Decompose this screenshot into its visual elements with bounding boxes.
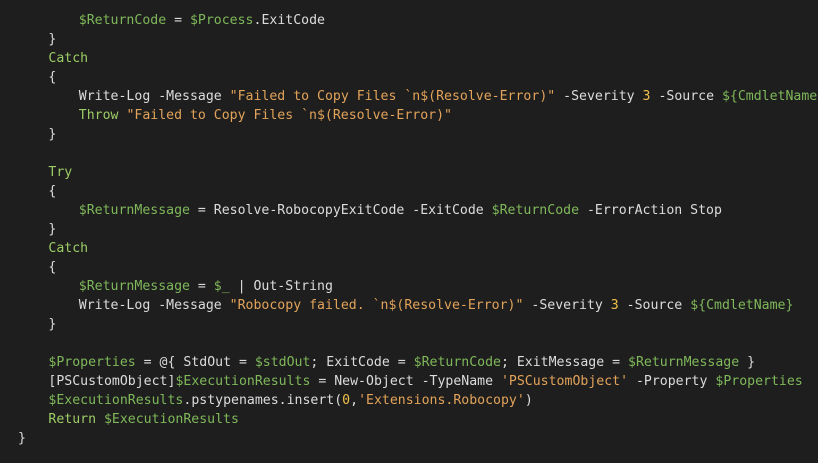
- code-token: Write-Log: [78, 298, 159, 313]
- code-editor[interactable]: $ReturnCode = $Process.ExitCode} Catch { Wr…: [0, 0, 818, 463]
- code-token: "Failed to Copy Files `n$(Resolve-Error)…: [229, 89, 556, 104]
- code-token: $Process: [189, 13, 254, 28]
- code-token: 'PSCustomObject': [500, 374, 629, 389]
- code-token: "Failed to Copy Files `n$(Resolve-Error)…: [126, 108, 452, 123]
- code-token: {: [48, 260, 57, 275]
- code-token: Return: [48, 412, 104, 427]
- code-token: =: [166, 13, 190, 28]
- code-token: = Resolve-RobocopyExitCode: [189, 203, 413, 218]
- code-token: 3: [642, 89, 651, 104]
- code-token: = New-Object: [310, 374, 422, 389]
- code-token: ; ExitCode =: [310, 355, 414, 370]
- code-token: $stdOut: [254, 355, 311, 370]
- code-token: ,: [350, 393, 359, 408]
- code-line: $Properties = @{ StdOut = $stdOut; ExitC…: [0, 353, 818, 372]
- code-token: Catch: [48, 51, 89, 66]
- code-token: -Message: [158, 298, 230, 313]
- code-line: {: [0, 182, 818, 201]
- code-line: Write-Log -Message "Failed to Copy Files…: [0, 87, 818, 106]
- code-line: Catch: [0, 239, 818, 258]
- code-token: }: [18, 431, 26, 446]
- code-line: {: [0, 68, 818, 87]
- code-token: $_: [213, 279, 230, 294]
- code-token: $ReturnCode: [413, 355, 501, 370]
- code-token: {: [48, 70, 57, 85]
- code-token: -ErrorAction Stop: [579, 203, 722, 218]
- code-token: 3: [610, 298, 619, 313]
- code-line: {: [0, 258, 818, 277]
- code-token: ): [524, 393, 533, 408]
- code-line: }: [0, 315, 818, 334]
- code-token: =: [189, 279, 214, 294]
- code-token: }: [48, 317, 57, 332]
- code-token: }: [48, 32, 57, 47]
- code-line: Write-Log -Message "Robocopy failed. `n$…: [0, 296, 818, 315]
- code-token: $Properties: [715, 374, 803, 389]
- code-line: }: [0, 429, 818, 448]
- code-token: -Severity: [523, 298, 611, 313]
- code-token: | Out-String: [229, 279, 333, 294]
- code-token: "Robocopy failed. `n$(Resolve-Error)": [229, 298, 524, 313]
- code-line: $ReturnMessage = $_ | Out-String: [0, 277, 818, 296]
- code-token: Catch: [48, 241, 89, 256]
- code-token: -Source: [650, 89, 722, 104]
- code-token: Try: [48, 165, 73, 180]
- code-line: }: [0, 30, 818, 49]
- code-line: $ReturnCode = $Process.ExitCode: [0, 11, 818, 30]
- code-token: -ExitCode: [412, 203, 492, 218]
- code-token: 0: [342, 393, 351, 408]
- code-line: $ExecutionResults.pstypenames.insert(0,'…: [0, 391, 818, 410]
- code-token: -Severity: [555, 89, 643, 104]
- code-token: -Source: [618, 298, 691, 313]
- code-token: }: [739, 355, 756, 370]
- code-token: $ReturnMessage: [628, 355, 740, 370]
- code-token: .pstypenames.insert(: [183, 393, 343, 408]
- code-token: $ReturnMessage: [78, 279, 190, 294]
- code-line: }: [0, 220, 818, 239]
- code-token: ; ExitMessage =: [500, 355, 629, 370]
- code-line: $ReturnMessage = Resolve-RobocopyExitCod…: [0, 201, 818, 220]
- code-token: Throw: [78, 108, 127, 123]
- code-token: = @{ StdOut =: [135, 355, 255, 370]
- code-line: Return $ExecutionResults: [0, 410, 818, 429]
- code-token: $ReturnCode: [78, 13, 167, 28]
- code-token: .ExitCode: [253, 13, 325, 28]
- code-token: -Message: [158, 89, 230, 104]
- code-line: }: [0, 125, 818, 144]
- code-token: }: [48, 222, 57, 237]
- code-token: $Properties: [48, 355, 136, 370]
- code-token: Write-Log: [78, 89, 159, 104]
- code-token: ${CmdletName}: [690, 298, 794, 313]
- code-token: 'Extensions.Robocopy': [358, 393, 525, 408]
- code-token: }: [48, 127, 57, 142]
- code-token: -TypeName: [421, 374, 501, 389]
- code-token: $ExecutionResults: [48, 393, 184, 408]
- code-token: -Property: [628, 374, 716, 389]
- code-line: Try: [0, 163, 818, 182]
- code-token: [PSCustomObject]: [48, 374, 176, 389]
- code-token: $ExecutionResults: [103, 412, 239, 427]
- code-line: Throw "Failed to Copy Files `n$(Resolve-…: [0, 106, 818, 125]
- code-token: {: [48, 184, 57, 199]
- code-token: $ReturnMessage: [78, 203, 190, 218]
- code-line: [PSCustomObject]$ExecutionResults = New-…: [0, 372, 818, 391]
- code-token: $ReturnCode: [491, 203, 580, 218]
- code-token: ${CmdletName}: [721, 89, 818, 104]
- code-line: Catch: [0, 49, 818, 68]
- code-token: $ExecutionResults: [175, 374, 311, 389]
